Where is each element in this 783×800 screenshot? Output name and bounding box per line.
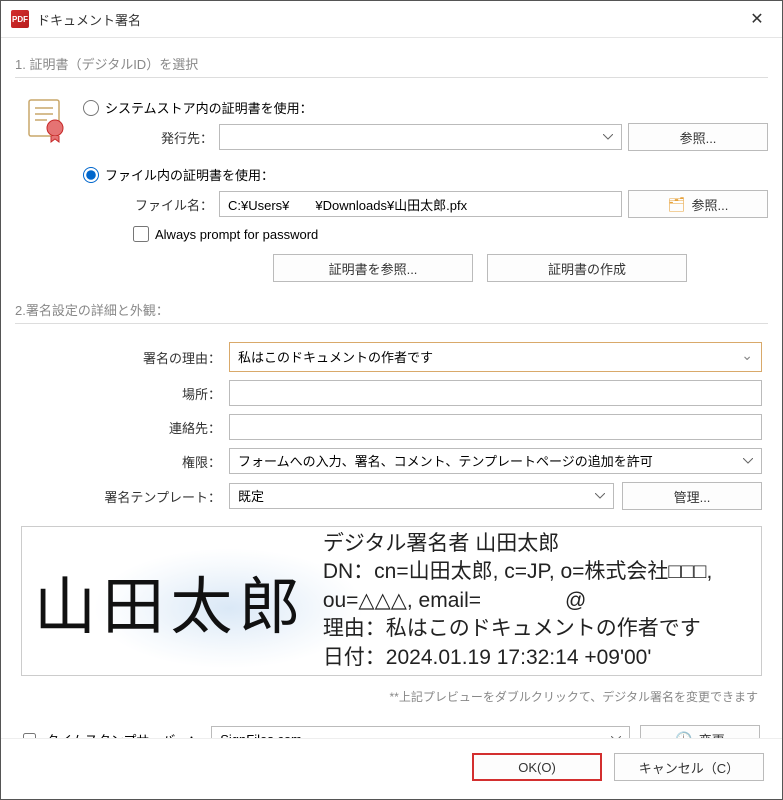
ok-button[interactable]: OK(O): [472, 753, 602, 781]
section1-header: 1. 証明書（デジタルID）を選択: [15, 50, 768, 78]
signature-name: 山田太郎: [34, 556, 307, 646]
titlebar: PDF ドキュメント署名 ✕: [1, 1, 782, 38]
create-cert-button[interactable]: 証明書の作成: [487, 254, 687, 282]
cancel-button[interactable]: キャンセル（C）: [614, 753, 764, 781]
browse-issuer-button[interactable]: 参照...: [628, 123, 768, 151]
template-label: 署名テンプレート：: [21, 487, 221, 506]
filename-label: ファイル名：: [133, 195, 213, 214]
signature-details: デジタル署名者 山田太郎 DN：cn=山田太郎, c=JP, o=株式会社□□□…: [323, 530, 749, 672]
reason-combo[interactable]: 私はこのドキュメントの作者です: [229, 342, 762, 372]
change-timestamp-button[interactable]: 🕓 変更: [640, 725, 760, 738]
close-button[interactable]: ✕: [742, 7, 772, 31]
issuer-combo[interactable]: [219, 124, 622, 150]
always-prompt-checkbox[interactable]: [133, 226, 149, 242]
filename-input[interactable]: [219, 191, 622, 217]
reason-label: 署名の理由：: [21, 348, 221, 367]
app-icon: PDF: [11, 10, 29, 28]
perm-label: 権限：: [21, 452, 221, 471]
manage-template-button[interactable]: 管理...: [622, 482, 762, 510]
location-label: 場所：: [21, 384, 221, 403]
preview-hint: **上記プレビューをダブルクリックて、デジタル署名を変更できます: [15, 688, 768, 711]
contact-input[interactable]: [229, 414, 762, 440]
radio-system-store[interactable]: [83, 100, 99, 116]
always-prompt-label: Always prompt for password: [155, 227, 318, 242]
browse-cert-button[interactable]: 証明書を参照...: [273, 254, 473, 282]
dialog-footer: OK(O) キャンセル（C）: [1, 738, 782, 799]
signature-preview[interactable]: 山田太郎 デジタル署名者 山田太郎 DN：cn=山田太郎, c=JP, o=株式…: [21, 526, 762, 676]
location-input[interactable]: [229, 380, 762, 406]
timestamp-label: タイムスタンプサーバー：: [46, 730, 201, 739]
radio-file-label: ファイル内の証明書を使用：: [105, 165, 274, 184]
radio-system-label: システムストア内の証明書を使用：: [105, 98, 313, 117]
timestamp-combo[interactable]: SignFiles.com: [211, 726, 630, 738]
template-combo[interactable]: 既定: [229, 483, 614, 509]
radio-file[interactable]: [83, 167, 99, 183]
certificate-icon: [23, 96, 71, 144]
folder-icon: 🗂: [668, 196, 686, 213]
section2-header: 2.署名設定の詳細と外観：: [15, 296, 768, 324]
browse-file-button[interactable]: 🗂 参照...: [628, 190, 768, 218]
perm-combo[interactable]: フォームへの入力、署名、コメント、テンプレートページの追加を許可: [229, 448, 762, 474]
clock-icon: 🕓: [675, 731, 692, 739]
contact-label: 連絡先：: [21, 418, 221, 437]
issuer-label: 発行先：: [133, 128, 213, 147]
window-title: ドキュメント署名: [37, 10, 141, 29]
dialog-window: PDF ドキュメント署名 ✕ 1. 証明書（デジタルID）を選択: [0, 0, 783, 800]
